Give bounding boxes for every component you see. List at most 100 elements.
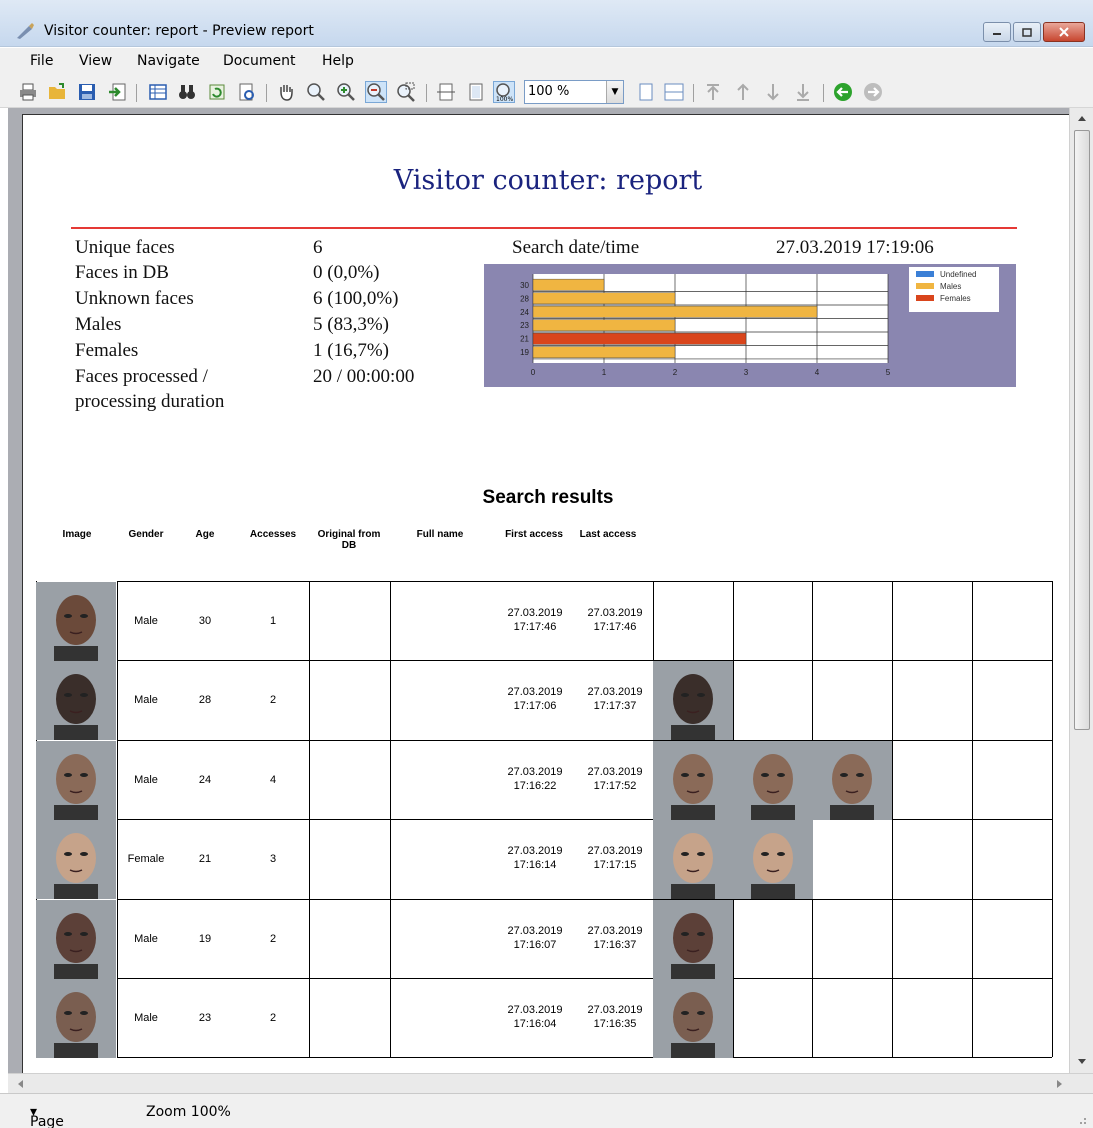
stat-faces-db-value: 0 (0,0%) [313, 262, 380, 283]
first-access-date: 27.03.2019 [507, 924, 563, 937]
fit-width-icon[interactable] [436, 82, 456, 102]
chart-x-tick-label: 1 [602, 368, 607, 377]
single-page-icon[interactable] [636, 82, 656, 102]
page-indicator[interactable]: Page 1 of 1 ▾ [30, 1104, 64, 1128]
refresh-icon[interactable] [207, 82, 227, 102]
back-icon[interactable] [833, 82, 853, 102]
scroll-up-icon[interactable] [1077, 114, 1087, 122]
row-accesses: 4 [269, 773, 277, 786]
svg-text:100%: 100% [496, 96, 513, 102]
chart-x-tick-label: 0 [531, 368, 536, 377]
maximize-button[interactable] [1013, 22, 1041, 42]
zoom-select[interactable]: 100 % ▼ [524, 80, 624, 104]
save-icon[interactable] [77, 82, 97, 102]
stat-processed-label: Faces processed / [75, 366, 208, 387]
row-gender: Male [134, 932, 158, 945]
chart-legend-label: Females [940, 294, 971, 303]
menu-help[interactable]: Help [322, 53, 354, 69]
chart-x-tick-label: 5 [886, 368, 891, 377]
table-rule [117, 1057, 309, 1059]
table-rule [309, 898, 390, 900]
face-image [653, 979, 733, 1058]
first-page-icon[interactable] [703, 82, 723, 102]
last-page-icon[interactable] [793, 82, 813, 102]
scroll-right-icon[interactable] [1056, 1079, 1064, 1089]
next-page-icon[interactable] [763, 82, 783, 102]
last-access-date: 27.03.2019 [587, 765, 643, 778]
toolbar-separator [426, 84, 427, 102]
zoom-icon[interactable] [306, 82, 326, 102]
row-last-access: 27.03.2019 17:17:46 [575, 606, 655, 634]
access-photo [733, 740, 813, 820]
row-accesses: 2 [269, 1012, 277, 1024]
horizontal-scrollbar[interactable] [8, 1073, 1093, 1093]
scroll-thumb[interactable] [1074, 130, 1090, 730]
resize-grip-icon[interactable] [1074, 1112, 1088, 1126]
minimize-button[interactable] [983, 22, 1011, 42]
actual-size-icon[interactable]: 100% [493, 81, 515, 103]
row-last-access: 27.03.2019 17:17:15 [575, 844, 655, 872]
first-access-date: 27.03.2019 [507, 845, 563, 858]
hand-tool-icon[interactable] [276, 82, 296, 102]
row-age: 19 [198, 932, 212, 945]
face-image [36, 899, 116, 979]
row-first-access: 27.03.2019 17:16:04 [495, 1003, 575, 1031]
first-access-date: 27.03.2019 [507, 765, 563, 778]
first-access-time: 17:16:07 [513, 938, 557, 951]
chart-bar [532, 346, 676, 359]
vertical-scrollbar[interactable] [1069, 108, 1093, 1073]
report-title: Visitor counter: report [393, 165, 703, 196]
visitor-photo [36, 979, 116, 1058]
open-folder-icon[interactable] [47, 82, 67, 102]
stat-unknown-label: Unknown faces [75, 288, 194, 309]
stat-females-label: Females [75, 340, 139, 361]
menu-view[interactable]: View [79, 53, 112, 69]
row-accesses: 1 [269, 615, 277, 627]
scroll-down-icon[interactable] [1077, 1058, 1087, 1066]
row-accesses: 2 [269, 694, 277, 707]
scroll-left-icon[interactable] [16, 1079, 24, 1089]
menu-file[interactable]: File [30, 53, 53, 69]
close-button[interactable] [1043, 22, 1085, 42]
menu-document[interactable]: Document [223, 53, 296, 69]
first-access-time: 17:17:06 [513, 700, 557, 713]
visitor-photo [36, 899, 116, 979]
table-rule [309, 739, 390, 741]
page-setup-icon[interactable] [237, 82, 257, 102]
table-rule [309, 1057, 390, 1059]
chevron-down-icon[interactable]: ▼ [606, 81, 623, 103]
zoom-out-icon[interactable] [365, 81, 387, 103]
preview-viewport[interactable]: Visitor counter: report Unique faces 6 F… [8, 108, 1069, 1073]
col-header-image: Image [62, 529, 92, 540]
table-view-icon[interactable] [148, 82, 168, 102]
previous-page-icon[interactable] [733, 82, 753, 102]
col-header-last-access: Last access [579, 529, 637, 540]
print-icon[interactable] [18, 82, 38, 102]
export-icon[interactable] [107, 82, 127, 102]
table-rule [390, 581, 391, 1058]
face-image [653, 740, 733, 820]
title-divider [71, 227, 1017, 229]
forward-icon[interactable] [863, 82, 883, 102]
row-age: 30 [198, 615, 212, 627]
menu-navigate[interactable]: Navigate [137, 53, 200, 69]
table-rule [117, 581, 309, 582]
access-photo [653, 899, 733, 979]
fit-page-icon[interactable] [466, 82, 486, 102]
table-rule [390, 898, 653, 900]
menu-bar: File View Navigate Document Help [0, 48, 1093, 76]
two-pages-icon[interactable] [664, 82, 684, 102]
binoculars-icon[interactable] [177, 82, 197, 102]
col-header-original-line1: Original from [317, 529, 381, 540]
chart-y-tick-label: 19 [520, 348, 529, 357]
zoom-in-icon[interactable] [336, 82, 356, 102]
stat-unique-faces-value: 6 [313, 237, 323, 258]
last-access-time: 17:17:37 [593, 700, 637, 713]
zoom-area-icon[interactable] [396, 82, 416, 102]
row-first-access: 27.03.2019 17:17:06 [495, 685, 575, 713]
face-image [653, 899, 733, 979]
last-access-time: 17:16:35 [593, 1018, 637, 1030]
face-image [36, 979, 116, 1058]
table-rule [117, 581, 118, 1058]
face-image [812, 740, 892, 820]
